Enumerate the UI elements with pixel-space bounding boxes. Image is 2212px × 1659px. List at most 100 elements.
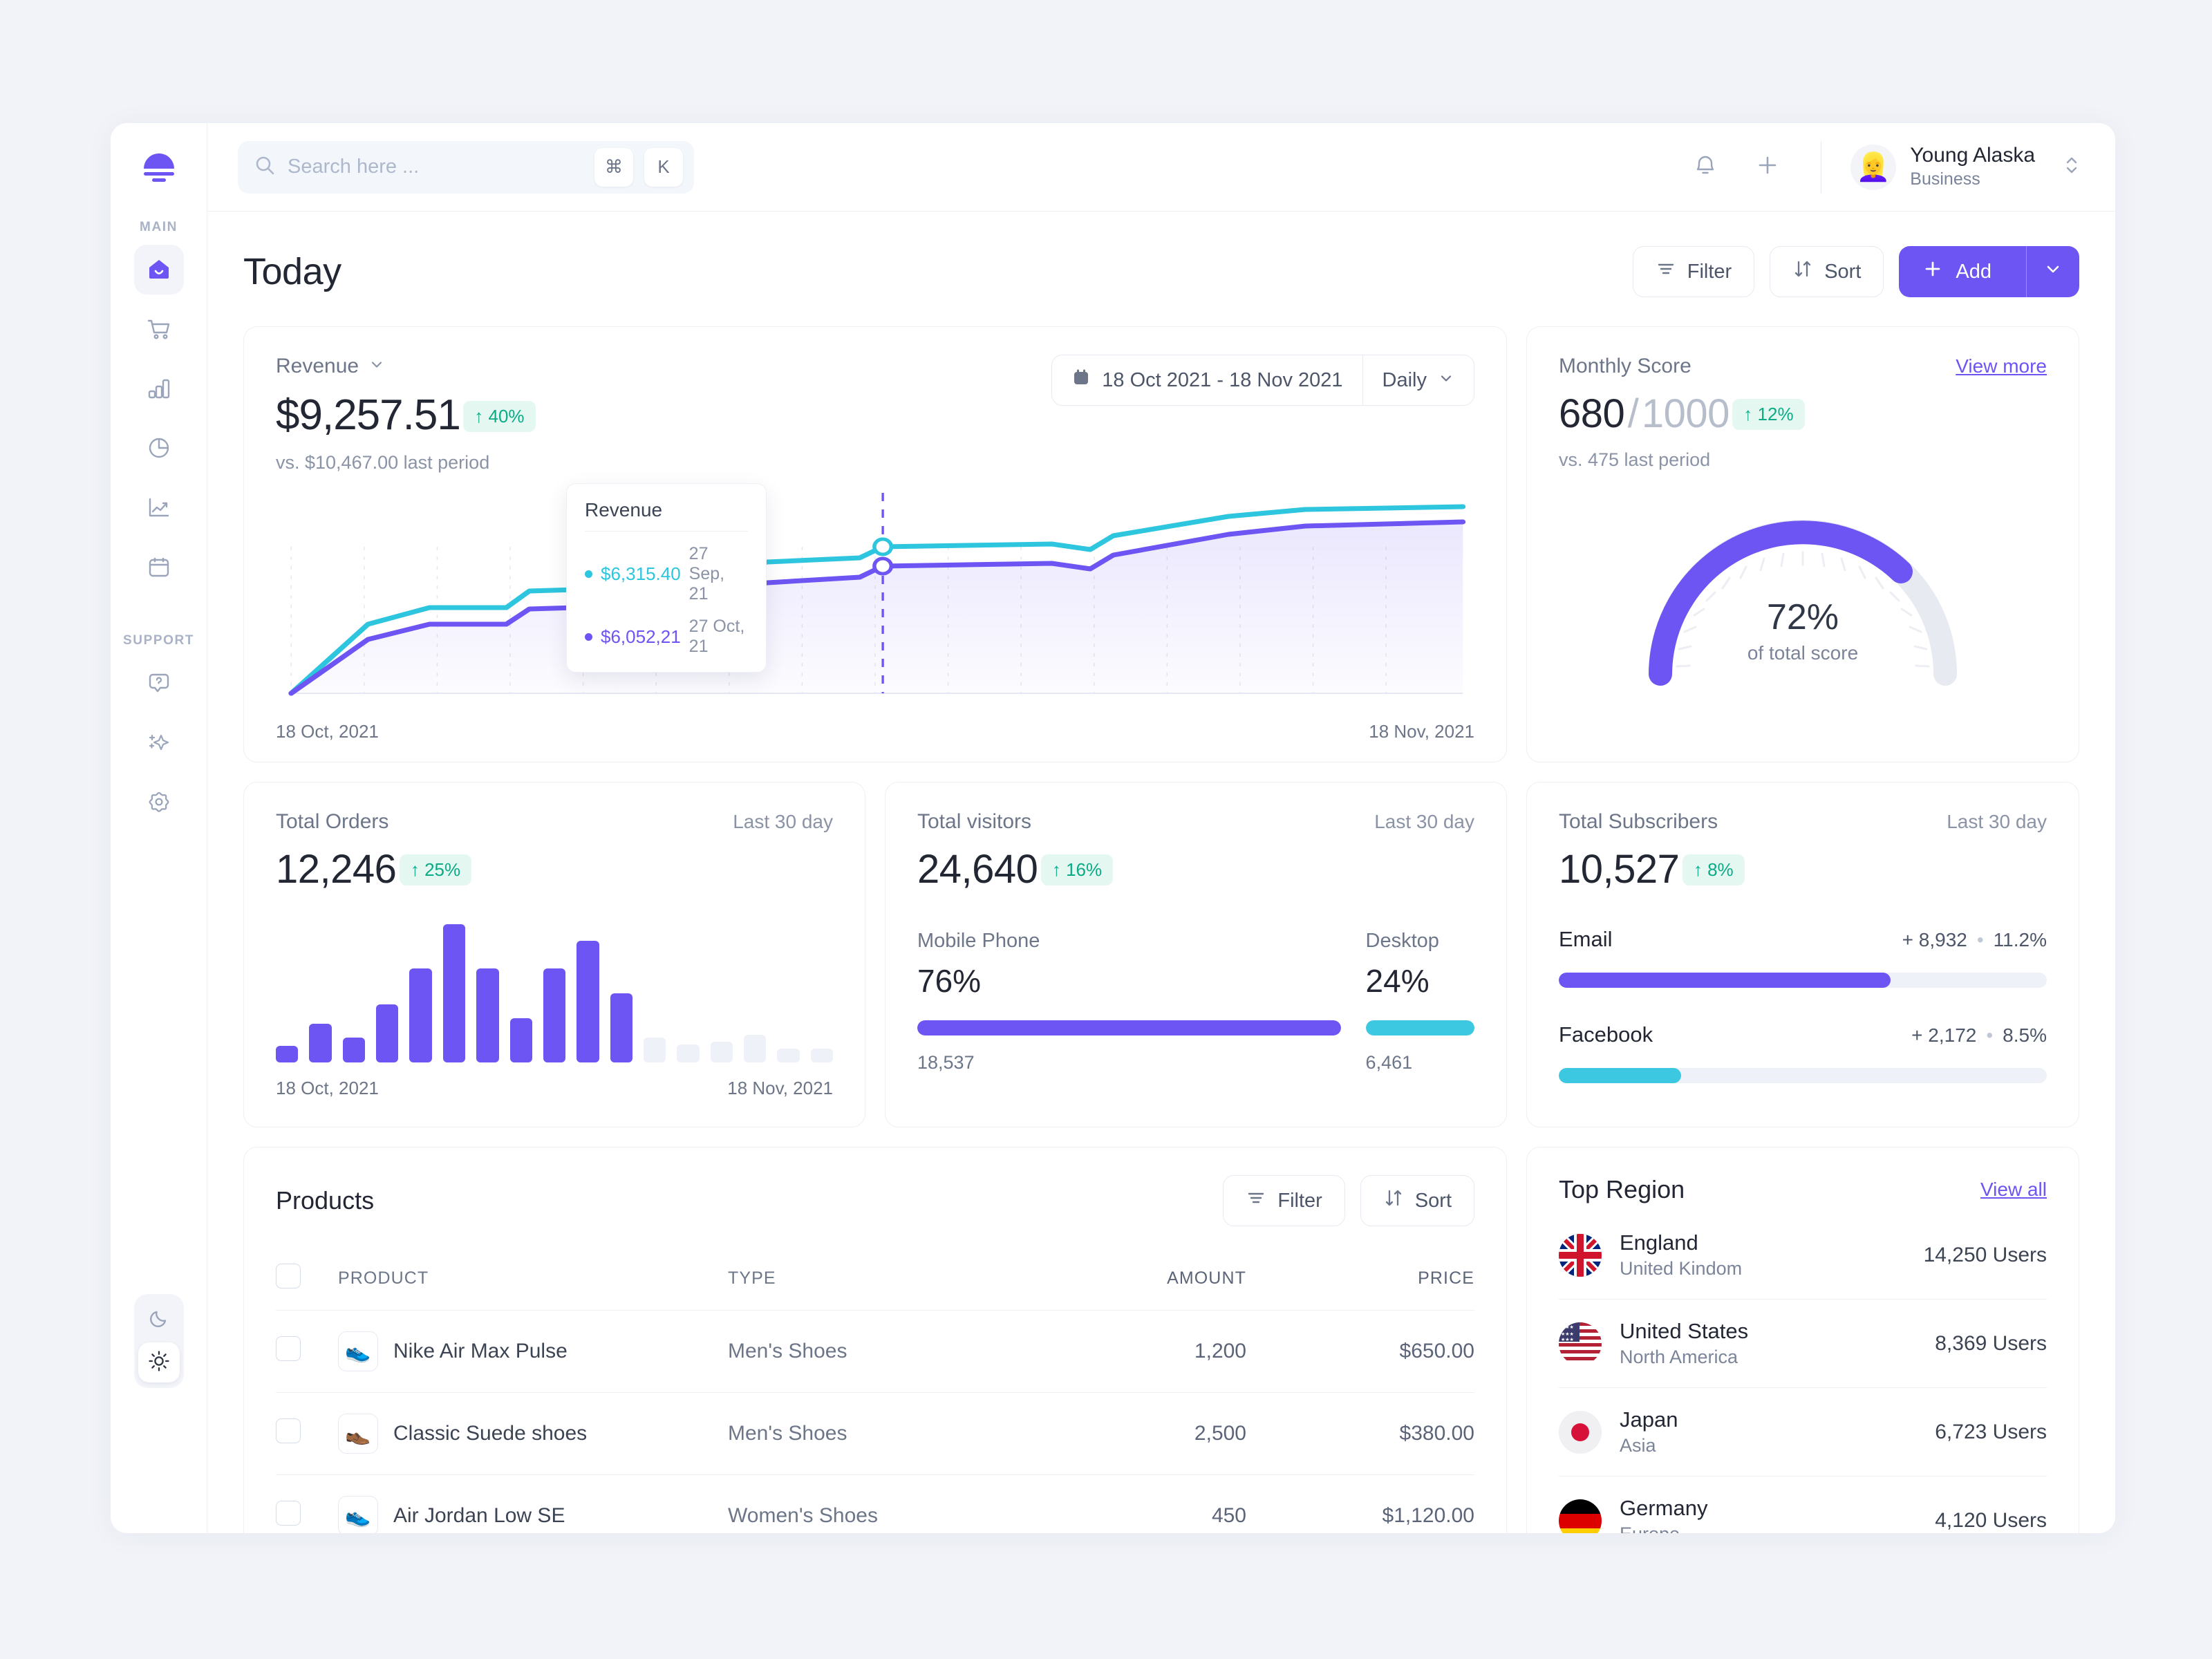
column-type[interactable]: TYPE bbox=[728, 1247, 1018, 1311]
row-stats: Total Orders Last 30 day 12,246 ↑ 25% 18… bbox=[243, 782, 2079, 1127]
product-type: Men's Shoes bbox=[728, 1310, 1018, 1393]
theme-toggle[interactable] bbox=[134, 1294, 184, 1388]
products-filter-button[interactable]: Filter bbox=[1223, 1175, 1345, 1226]
filter-label: Filter bbox=[1687, 260, 1732, 283]
svg-text:★★★: ★★★ bbox=[1561, 1337, 1574, 1342]
notifications-button[interactable] bbox=[1681, 143, 1730, 191]
content: Today Filter Sort Add Revenue $9,257.51 … bbox=[207, 212, 2115, 1533]
region-country: England bbox=[1620, 1230, 1698, 1255]
date-range-button[interactable]: 18 Oct 2021 - 18 Nov 2021 bbox=[1052, 355, 1362, 405]
flag-japan-icon bbox=[1559, 1410, 1602, 1454]
series-dot-current bbox=[585, 570, 592, 578]
svg-text:★★★: ★★★ bbox=[1561, 1331, 1574, 1337]
product-thumbnail: 👟 bbox=[338, 1496, 378, 1533]
product-price: $1,120.00 bbox=[1246, 1474, 1474, 1533]
channel-percent: 11.2% bbox=[1993, 929, 2047, 950]
list-item[interactable]: England United Kindom 14,250 Users bbox=[1559, 1211, 2047, 1300]
profile-menu[interactable]: 👱‍♀️ Young Alaska Business bbox=[1850, 143, 2082, 191]
total-subscribers-card: Total Subscribers Last 30 day 10,527 ↑ 8… bbox=[1526, 782, 2079, 1127]
list-item[interactable]: Japan Asia 6,723 Users bbox=[1559, 1388, 2047, 1477]
tooltip-date: 27 Oct, 21 bbox=[688, 617, 745, 656]
add-dropdown-button[interactable] bbox=[2026, 246, 2079, 297]
sidebar-item-settings[interactable] bbox=[134, 777, 184, 827]
segment-percent: 24% bbox=[1365, 963, 1430, 999]
sidebar-item-home[interactable] bbox=[133, 245, 184, 294]
bar bbox=[342, 1038, 366, 1062]
filter-button[interactable]: Filter bbox=[1632, 246, 1755, 297]
column-amount[interactable]: AMOUNT bbox=[1018, 1247, 1246, 1311]
filter-icon bbox=[1246, 1188, 1266, 1214]
visitors-title: Total visitors bbox=[917, 810, 1032, 833]
page-header: Today Filter Sort Add bbox=[243, 246, 2079, 297]
filter-icon bbox=[1656, 259, 1676, 285]
theme-light-button[interactable] bbox=[138, 1342, 180, 1382]
sidebar-item-help[interactable] bbox=[134, 658, 184, 708]
revenue-axis-end: 18 Nov, 2021 bbox=[1369, 721, 1474, 742]
view-more-link[interactable]: View more bbox=[1956, 355, 2047, 377]
sidebar-item-ai[interactable] bbox=[134, 718, 184, 767]
kbd-command[interactable]: ⌘ bbox=[594, 147, 633, 187]
add-label: Add bbox=[1956, 260, 1991, 283]
row-checkbox[interactable] bbox=[276, 1336, 301, 1361]
visitors-segments: Mobile Phone 76% 18,537 Desktop 24% 6,46… bbox=[917, 930, 1474, 1074]
list-item[interactable]: ★★★ ★★★ ★★★ United States North America 8,… bbox=[1559, 1300, 2047, 1388]
svg-text:★★★: ★★★ bbox=[1561, 1324, 1574, 1330]
theme-dark-button[interactable] bbox=[138, 1300, 180, 1340]
sort-button[interactable]: Sort bbox=[1770, 246, 1884, 297]
granularity-select[interactable]: Daily bbox=[1362, 355, 1474, 405]
segment-bar-fill bbox=[1365, 1020, 1474, 1035]
revenue-line-chart: Revenue $6,315.40 27 Sep, 21 $6,052,21 2… bbox=[276, 483, 1474, 714]
table-row[interactable]: 👞 Classic Suede shoes Men's Shoes 2,500 … bbox=[276, 1392, 1474, 1475]
flag-uk-icon bbox=[1559, 1233, 1602, 1277]
column-price[interactable]: PRICE bbox=[1246, 1247, 1474, 1311]
column-product[interactable]: PRODUCT bbox=[338, 1247, 728, 1311]
date-range-selector[interactable]: 18 Oct 2021 - 18 Nov 2021 Daily bbox=[1051, 355, 1474, 406]
view-all-link[interactable]: View all bbox=[1980, 1179, 2047, 1201]
subscribers-period: Last 30 day bbox=[1947, 811, 2047, 832]
products-card: Products Filter Sort PRODUCT TYPE AMOUNT… bbox=[243, 1147, 1507, 1533]
total-visitors-card: Total visitors Last 30 day 24,640 ↑ 16% … bbox=[885, 782, 1507, 1127]
visitors-delta-badge: ↑ 16% bbox=[1040, 854, 1114, 885]
segment-desktop: Desktop 24% 6,461 bbox=[1365, 930, 1474, 1074]
product-price: $650.00 bbox=[1246, 1310, 1474, 1393]
channel-facebook: Facebook + 2,172 • 8.5% bbox=[1559, 1022, 2047, 1083]
channel-added: + 8,932 bbox=[1902, 929, 1967, 950]
kbd-k[interactable]: K bbox=[644, 147, 683, 187]
sidebar-item-orders[interactable] bbox=[134, 304, 184, 354]
products-sort-button[interactable]: Sort bbox=[1360, 1175, 1474, 1226]
row-checkbox[interactable] bbox=[276, 1418, 301, 1443]
search-bar[interactable]: ⌘ K bbox=[238, 140, 694, 194]
revenue-title-row[interactable]: Revenue bbox=[276, 355, 536, 378]
channel-added: + 2,172 bbox=[1911, 1024, 1977, 1046]
search-input[interactable] bbox=[288, 156, 583, 178]
search-icon bbox=[253, 153, 276, 180]
channel-bar-fill bbox=[1559, 1068, 1681, 1083]
sidebar-item-analytics[interactable] bbox=[134, 364, 184, 413]
table-row[interactable]: 👟 Air Jordan Low SE Women's Shoes 450 $1… bbox=[276, 1474, 1474, 1533]
orders-delta-badge: ↑ 25% bbox=[399, 854, 472, 885]
revenue-axis: 18 Oct, 2021 18 Nov, 2021 bbox=[276, 721, 1474, 742]
sunrise-logo-icon[interactable] bbox=[138, 147, 180, 188]
segment-bar bbox=[917, 1020, 1341, 1035]
bar-placeholder bbox=[710, 1042, 733, 1062]
product-name: Nike Air Max Pulse bbox=[393, 1340, 568, 1362]
add-quick-button[interactable] bbox=[1743, 143, 1792, 191]
row-checkbox[interactable] bbox=[276, 1501, 301, 1526]
sidebar-item-trends[interactable] bbox=[134, 482, 184, 532]
bar bbox=[543, 968, 566, 1062]
sidebar-item-reports[interactable] bbox=[134, 423, 184, 473]
bullet-separator: • bbox=[1976, 929, 1984, 950]
score-compare: vs. 475 last period bbox=[1559, 449, 1711, 470]
chevron-updown-icon[interactable] bbox=[2061, 152, 2082, 182]
table-row[interactable]: 👟 Nike Air Max Pulse Men's Shoes 1,200 $… bbox=[276, 1310, 1474, 1393]
revenue-card: Revenue $9,257.51 ↑ 40% vs. $10,467.00 l… bbox=[243, 326, 1507, 762]
flag-us-icon: ★★★ ★★★ ★★★ bbox=[1559, 1322, 1602, 1365]
page-toolbar: Filter Sort Add bbox=[1632, 246, 2079, 297]
list-item[interactable]: Germany Europe 4,120 Users bbox=[1559, 1477, 2047, 1533]
add-button[interactable]: Add bbox=[1899, 246, 2079, 297]
product-thumbnail: 👟 bbox=[338, 1331, 378, 1371]
top-region-card: Top Region View all England United Kindo… bbox=[1526, 1147, 2079, 1533]
select-all-checkbox[interactable] bbox=[276, 1264, 301, 1288]
sidebar-item-calendar[interactable] bbox=[134, 542, 184, 592]
profile-role: Business bbox=[1910, 169, 1980, 189]
